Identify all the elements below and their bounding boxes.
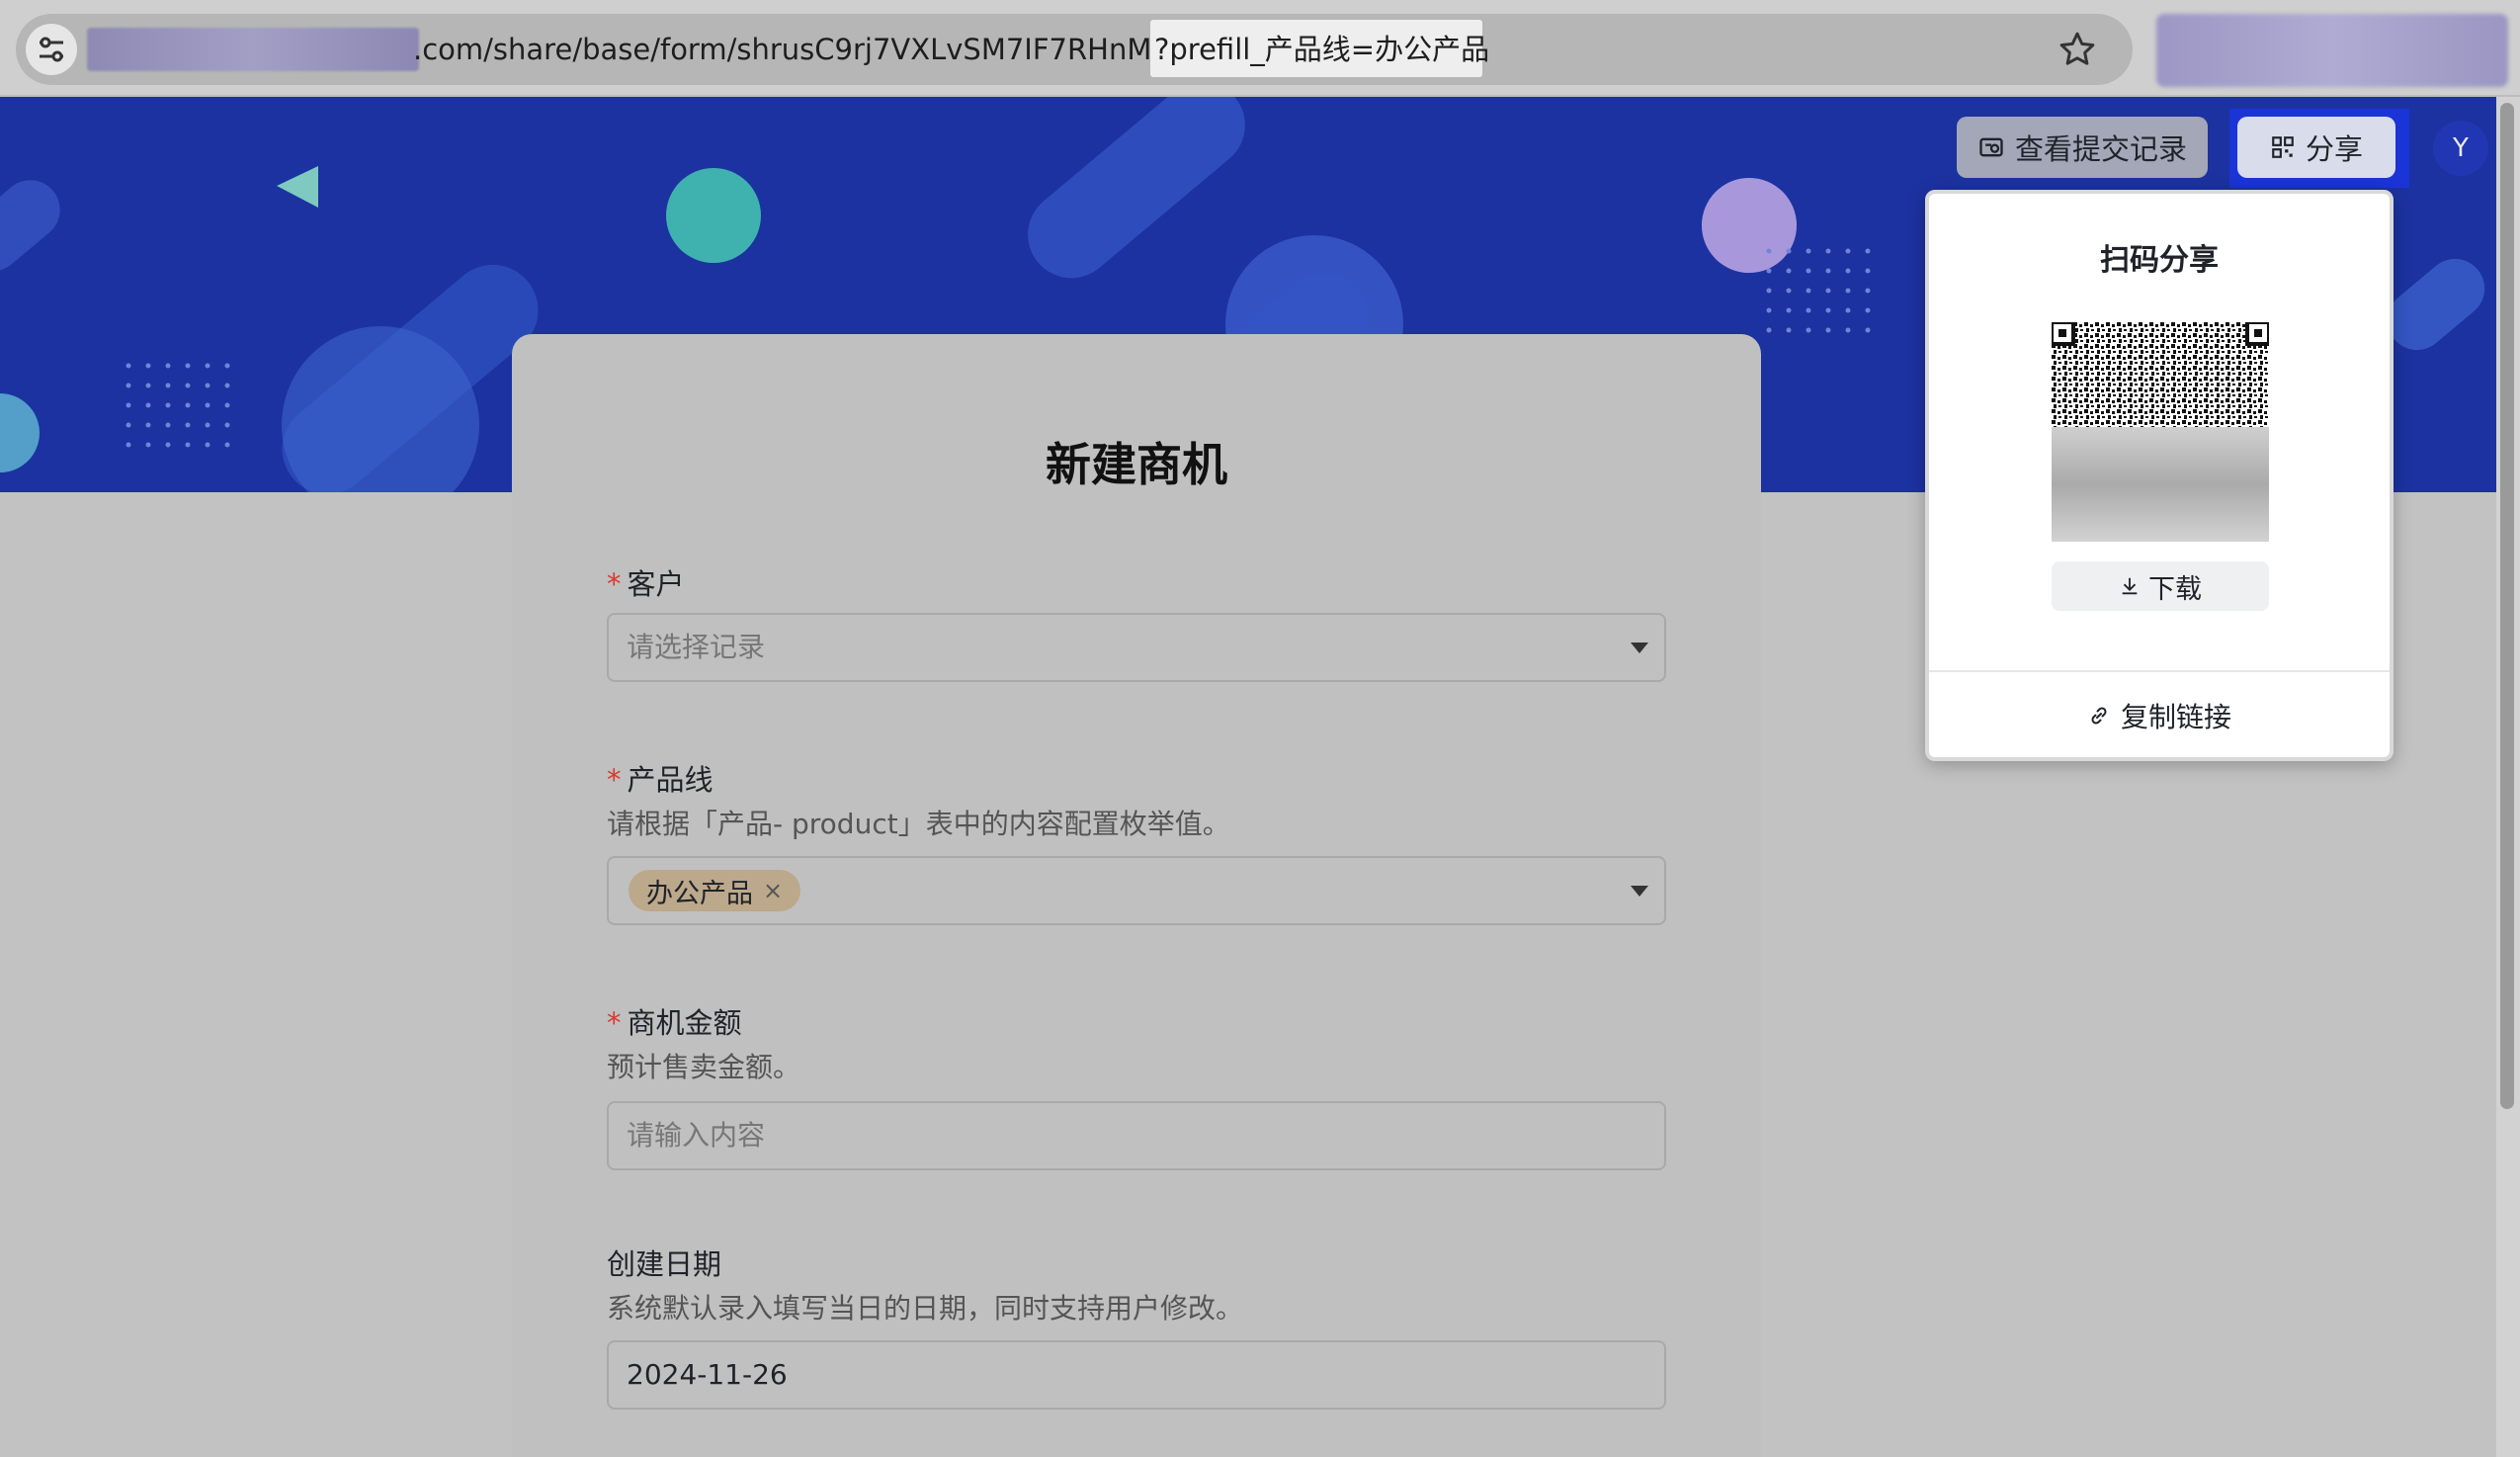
customer-select[interactable]: 请选择记录 xyxy=(607,613,1666,682)
form-title: 新建商机 xyxy=(1046,438,1227,491)
link-icon xyxy=(2091,707,2107,725)
share-qrcode xyxy=(2050,320,2271,542)
field-label-created-date: 创建日期 xyxy=(607,1247,722,1281)
browser-toolbar: .com/share/base/form/shrusC9rj7VXLvSM7IF… xyxy=(0,0,2520,97)
amount-input-placeholder: 请输入内容 xyxy=(627,1119,766,1152)
qrcode-icon xyxy=(2272,136,2294,158)
share-popup-title: 扫码分享 xyxy=(2100,243,2219,278)
product-line-select[interactable]: 办公产品 × xyxy=(607,856,1666,925)
download-qrcode-button[interactable]: 下载 xyxy=(2052,561,2269,611)
share-popup: 扫码分享 下载 复制链接 xyxy=(1925,190,2394,761)
created-date-value: 2024-11-26 xyxy=(627,1358,788,1391)
url-query-text: ?prefill_产品线=办公产品 xyxy=(1154,33,1490,66)
view-submissions-label: 查看提交记录 xyxy=(2014,132,2187,166)
profile-area-redacted[interactable] xyxy=(2156,14,2508,87)
view-submissions-button[interactable]: 查看提交记录 xyxy=(1957,117,2208,178)
records-icon xyxy=(1979,137,2003,157)
field-label-amount: * 商机金额 xyxy=(607,1006,742,1040)
required-mark: * xyxy=(607,567,622,601)
field-desc-amount: 预计售卖金额。 xyxy=(607,1051,801,1083)
copy-link-button[interactable]: 复制链接 xyxy=(1929,688,2390,743)
chevron-down-icon xyxy=(1631,643,1648,653)
required-mark: * xyxy=(607,1006,622,1040)
site-settings-button[interactable] xyxy=(26,24,77,75)
copy-link-label: 复制链接 xyxy=(2120,701,2231,733)
required-mark: * xyxy=(607,763,622,797)
created-date-input[interactable]: 2024-11-26 xyxy=(607,1340,1666,1410)
popup-divider xyxy=(1929,670,2390,672)
selected-tag-office-products: 办公产品 × xyxy=(629,870,801,911)
field-desc-created-date: 系统默认录入填写当日的日期，同时支持用户修改。 xyxy=(607,1292,1244,1325)
bookmark-star-icon[interactable] xyxy=(2058,30,2097,69)
qrcode-image xyxy=(2050,320,2271,542)
share-button[interactable]: 分享 xyxy=(2237,117,2395,178)
tag-remove-icon[interactable]: × xyxy=(763,877,783,904)
form-card: 新建商机 * 客户 请选择记录 * 产品线 请根据「产品- product」表中的内… xyxy=(512,334,1761,1457)
url-redacted-host xyxy=(87,28,419,71)
share-label: 分享 xyxy=(2305,132,2363,166)
field-label-product-line: * 产品线 xyxy=(607,763,714,797)
tune-icon xyxy=(40,37,63,62)
address-bar[interactable]: .com/share/base/form/shrusC9rj7VXLvSM7IF… xyxy=(16,14,2133,85)
field-desc-product-line: 请根据「产品- product」表中的内容配置枚举值。 xyxy=(607,808,1230,840)
chevron-down-icon xyxy=(1631,886,1648,897)
url-text: .com/share/base/form/shrusC9rj7VXLvSM7IF… xyxy=(413,33,1209,66)
customer-select-placeholder: 请选择记录 xyxy=(627,631,766,663)
amount-input[interactable]: 请输入内容 xyxy=(607,1101,1666,1170)
page-scrollbar-thumb[interactable] xyxy=(2500,103,2514,1109)
download-label: 下载 xyxy=(2148,573,2202,605)
user-avatar[interactable]: Y xyxy=(2433,121,2488,176)
download-icon xyxy=(2122,577,2138,595)
tag-label: 办公产品 xyxy=(646,878,753,909)
field-label-customer: * 客户 xyxy=(607,567,685,601)
